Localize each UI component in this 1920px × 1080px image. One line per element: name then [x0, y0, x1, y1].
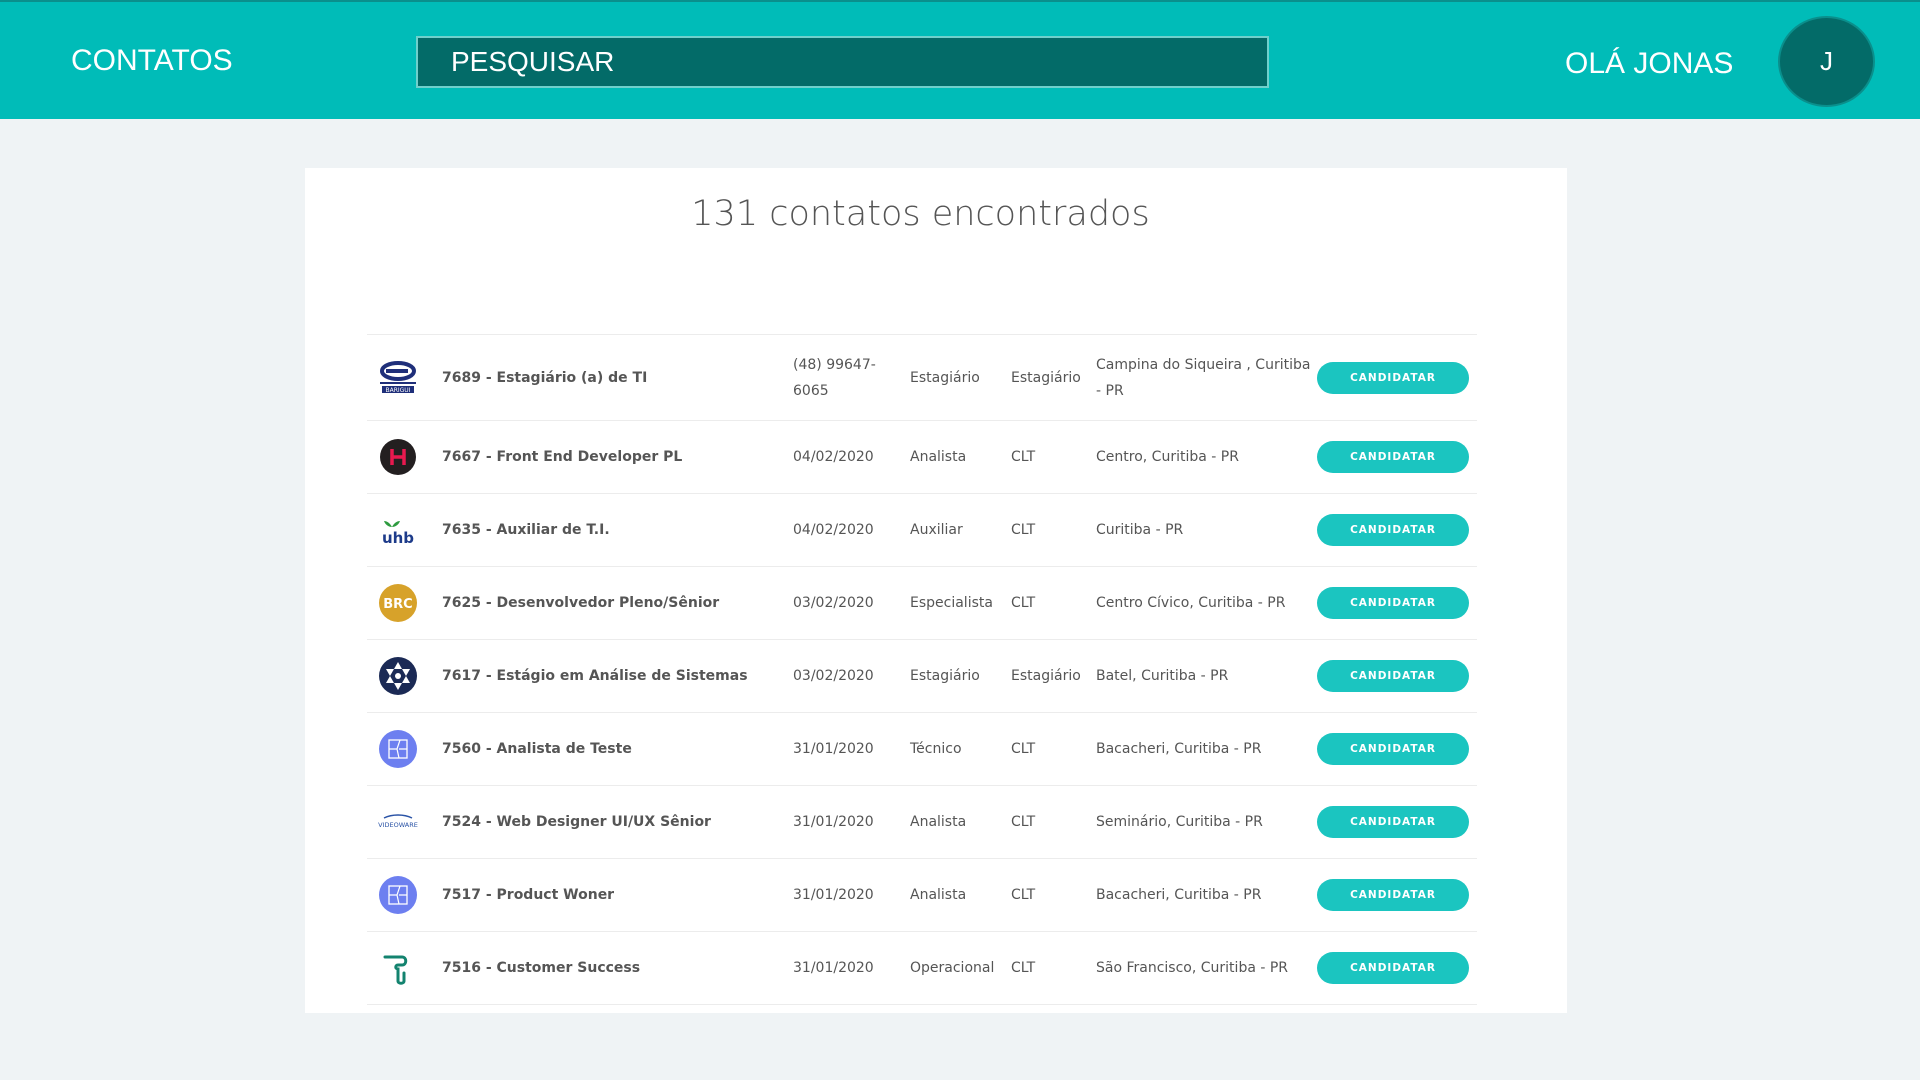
job-location: Bacacheri, Curitiba - PR	[1096, 741, 1262, 757]
job-level: Analista	[910, 449, 967, 465]
job-contract: CLT	[1011, 741, 1036, 757]
job-level: Analista	[910, 887, 967, 903]
list-item[interactable]: 7617 - Estágio em Análise de Sistemas 03…	[367, 640, 1477, 713]
job-title: 7667 - Front End Developer PL	[442, 449, 683, 465]
job-location: Centro Cívico, Curitiba - PR	[1096, 595, 1286, 611]
apply-button[interactable]: CANDIDATAR	[1317, 587, 1469, 619]
job-title: 7617 - Estágio em Análise de Sistemas	[442, 668, 748, 684]
top-bar: CONTATOS OLÁ JONAS J	[0, 0, 1920, 119]
job-level: Especialista	[910, 595, 993, 611]
brc-logo-icon: BRC	[378, 583, 418, 623]
job-level: Estagiário	[910, 668, 980, 684]
results-card: 131 contatos encontrados BARIGUI 7689 - …	[305, 168, 1567, 1013]
job-title: 7625 - Desenvolvedor Pleno/Sênior	[442, 595, 720, 611]
job-level: Estagiário	[910, 369, 980, 386]
job-location: Seminário, Curitiba - PR	[1096, 814, 1263, 830]
job-title: 7517 - Product Woner	[442, 887, 615, 903]
list-item[interactable]: 7517 - Product Woner 31/01/2020 Analista…	[367, 859, 1477, 932]
job-location: Centro, Curitiba - PR	[1096, 449, 1239, 465]
list-item[interactable]: BRC 7625 - Desenvolvedor Pleno/Sênior 03…	[367, 567, 1477, 640]
hook-logo-icon	[378, 948, 418, 988]
job-location: Batel, Curitiba - PR	[1096, 668, 1229, 684]
job-date: 03/02/2020	[793, 595, 874, 611]
job-contract: CLT	[1011, 522, 1036, 538]
job-contract: CLT	[1011, 814, 1036, 830]
job-date: (48) 99647-6065	[793, 356, 876, 399]
list-item[interactable]: 7667 - Front End Developer PL 04/02/2020…	[367, 421, 1477, 494]
search-box[interactable]	[416, 36, 1269, 88]
search-input[interactable]	[451, 46, 1267, 78]
barigui-logo-icon: BARIGUI	[378, 358, 418, 398]
job-level: Técnico	[910, 741, 962, 757]
job-date: 31/01/2020	[793, 741, 874, 757]
map-logo-icon	[378, 875, 418, 915]
apply-button[interactable]: CANDIDATAR	[1317, 660, 1469, 692]
job-date: 31/01/2020	[793, 814, 874, 830]
job-location: Campina do Siqueira , Curitiba - PR	[1096, 356, 1311, 399]
apply-button[interactable]: CANDIDATAR	[1317, 733, 1469, 765]
snowflake-logo-icon	[378, 656, 418, 696]
app-title[interactable]: CONTATOS	[71, 44, 233, 78]
job-title: 7689 - Estagiário (a) de TI	[442, 369, 648, 386]
job-location: Curitiba - PR	[1096, 522, 1184, 538]
apply-button[interactable]: CANDIDATAR	[1317, 441, 1469, 473]
job-contract: Estagiário	[1011, 369, 1081, 386]
results-list: BARIGUI 7689 - Estagiário (a) de TI (48)…	[367, 334, 1477, 1005]
list-item[interactable]: BARIGUI 7689 - Estagiário (a) de TI (48)…	[367, 335, 1477, 421]
apply-button[interactable]: CANDIDATAR	[1317, 361, 1469, 394]
avatar[interactable]: J	[1778, 16, 1875, 107]
job-title: 7524 - Web Designer UI/UX Sênior	[442, 814, 711, 830]
job-contract: CLT	[1011, 595, 1036, 611]
apply-button[interactable]: CANDIDATAR	[1317, 879, 1469, 911]
job-title: 7560 - Analista de Teste	[442, 741, 632, 757]
job-contract: CLT	[1011, 887, 1036, 903]
job-title: 7635 - Auxiliar de T.I.	[442, 522, 610, 538]
job-location: São Francisco, Curitiba - PR	[1096, 960, 1289, 976]
list-item[interactable]: 7560 - Analista de Teste 31/01/2020 Técn…	[367, 713, 1477, 786]
job-date: 04/02/2020	[793, 449, 874, 465]
job-title: 7516 - Customer Success	[442, 960, 641, 976]
job-date: 31/01/2020	[793, 887, 874, 903]
user-greeting: OLÁ JONAS	[1565, 47, 1734, 80]
list-item[interactable]: uhb 7635 - Auxiliar de T.I. 04/02/2020 A…	[367, 494, 1477, 567]
svg-text:VIDEOWARE: VIDEOWARE	[378, 821, 418, 829]
map-logo-icon	[378, 729, 418, 769]
job-date: 31/01/2020	[793, 960, 874, 976]
svg-text:BARIGUI: BARIGUI	[386, 387, 411, 394]
job-contract: CLT	[1011, 449, 1036, 465]
apply-button[interactable]: CANDIDATAR	[1317, 806, 1469, 838]
job-level: Analista	[910, 814, 967, 830]
h-logo-icon	[378, 437, 418, 477]
videoware-logo-icon: VIDEOWARE	[378, 802, 418, 842]
job-date: 04/02/2020	[793, 522, 874, 538]
results-count-title: 131 contatos encontrados	[691, 194, 1150, 234]
svg-text:uhb: uhb	[382, 529, 414, 547]
job-location: Bacacheri, Curitiba - PR	[1096, 887, 1262, 903]
apply-button[interactable]: CANDIDATAR	[1317, 514, 1469, 546]
list-item[interactable]: 7516 - Customer Success 31/01/2020 Opera…	[367, 932, 1477, 1005]
job-level: Auxiliar	[910, 522, 963, 538]
uhb-logo-icon: uhb	[378, 510, 418, 550]
svg-text:BRC: BRC	[383, 597, 412, 612]
job-level: Operacional	[910, 960, 995, 976]
job-contract: CLT	[1011, 960, 1036, 976]
apply-button[interactable]: CANDIDATAR	[1317, 952, 1469, 984]
list-item[interactable]: VIDEOWARE 7524 - Web Designer UI/UX Sêni…	[367, 786, 1477, 859]
job-date: 03/02/2020	[793, 668, 874, 684]
job-contract: Estagiário	[1011, 668, 1081, 684]
